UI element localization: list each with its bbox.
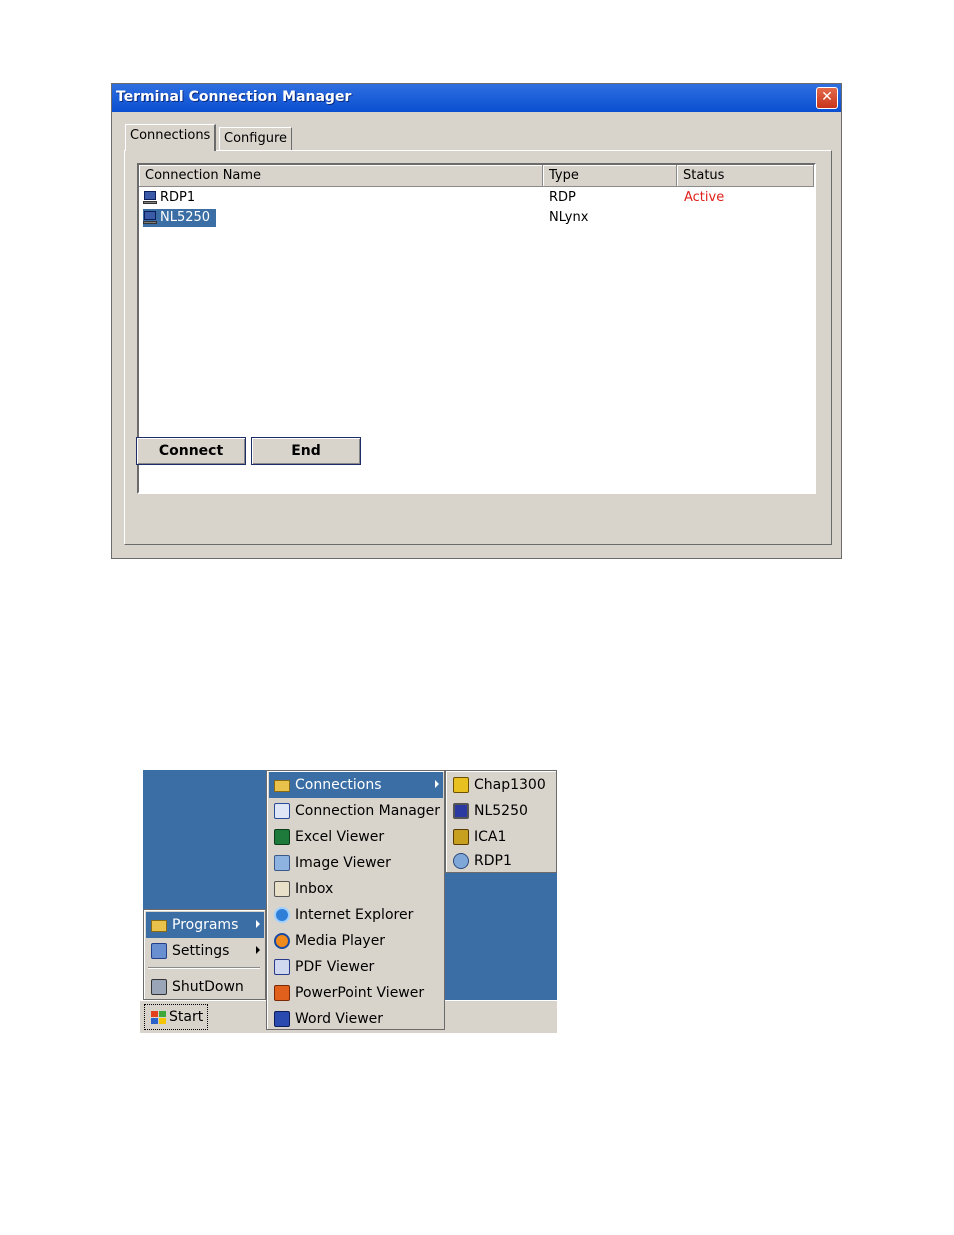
menu-item-label: Internet Explorer (295, 907, 414, 923)
programs-menu: Connections Connection Manager Excel Vie… (266, 770, 445, 1030)
close-button[interactable]: ✕ (816, 87, 838, 109)
rdp-icon (452, 852, 470, 870)
list-row[interactable]: RDP1 RDP Active (139, 188, 814, 208)
ica-icon (452, 828, 470, 846)
menu-item-rdp1[interactable]: RDP1 (448, 848, 554, 874)
start-label: Start (169, 1009, 204, 1025)
inbox-icon (273, 880, 291, 898)
menu-item-connections[interactable]: Connections (269, 772, 443, 798)
end-button[interactable]: End (251, 437, 361, 465)
image-viewer-icon (273, 854, 291, 872)
menu-item-shutdown[interactable]: ShutDown (146, 974, 264, 1000)
menu-item-internet-explorer[interactable]: Internet Explorer (269, 902, 443, 928)
connections-panel: Connection Name Type Status RDP1 RDP Act… (124, 150, 832, 545)
column-connection-name[interactable]: Connection Name (139, 165, 543, 187)
connection-manager-icon (273, 802, 291, 820)
submenu-arrow-icon (256, 920, 260, 928)
menu-item-ica1[interactable]: ICA1 (448, 824, 554, 850)
connect-button[interactable]: Connect (136, 437, 246, 465)
menu-item-programs[interactable]: Programs (146, 912, 264, 938)
monitor-icon (452, 802, 470, 820)
settings-icon (150, 942, 168, 960)
menu-item-label: Media Player (295, 933, 386, 949)
connection-type: RDP (549, 190, 576, 205)
media-player-icon (273, 932, 291, 950)
word-icon (273, 1010, 291, 1028)
tab-configure[interactable]: Configure (219, 127, 293, 151)
menu-item-label: RDP1 (474, 853, 512, 869)
computer-icon (143, 191, 158, 205)
submenu-arrow-icon (435, 780, 439, 788)
column-status[interactable]: Status (677, 165, 814, 187)
connections-menu: Chap1300 NL5250 ICA1 RDP1 (445, 770, 557, 873)
menu-separator (148, 967, 260, 969)
folder-icon (273, 776, 291, 794)
tab-connections[interactable]: Connections (125, 124, 217, 151)
internet-explorer-icon (273, 906, 291, 924)
menu-item-media-player[interactable]: Media Player (269, 928, 443, 954)
connection-status: Active (684, 190, 725, 205)
pdf-icon (273, 958, 291, 976)
connection-name: RDP1 (160, 190, 196, 205)
menu-item-label: Word Viewer (295, 1011, 384, 1027)
menu-item-image-viewer[interactable]: Image Viewer (269, 850, 443, 876)
list-row[interactable]: NL5250 NLynx (139, 208, 814, 228)
menu-item-label: Programs (172, 917, 239, 933)
connection-name-cell: RDP1 (143, 189, 195, 207)
shutdown-icon (150, 978, 168, 996)
menu-item-label: Image Viewer (295, 855, 391, 871)
menu-item-label: Connection Manager (295, 803, 441, 819)
menu-item-label: Inbox (295, 881, 334, 897)
connection-name: NL5250 (160, 210, 211, 225)
start-button[interactable]: Start (144, 1004, 208, 1030)
menu-item-excel-viewer[interactable]: Excel Viewer (269, 824, 443, 850)
windows-flag-icon (149, 1009, 167, 1025)
menu-item-label: NL5250 (474, 803, 528, 819)
title-bar[interactable]: Terminal Connection Manager ✕ (112, 84, 841, 112)
column-type[interactable]: Type (543, 165, 677, 187)
menu-item-pdf-viewer[interactable]: PDF Viewer (269, 954, 443, 980)
excel-icon (273, 828, 291, 846)
connection-name-cell: NL5250 (143, 209, 217, 227)
menu-item-label: Excel Viewer (295, 829, 385, 845)
window-title: Terminal Connection Manager (116, 89, 352, 105)
menu-item-nl5250[interactable]: NL5250 (448, 798, 554, 824)
menu-item-chap1300[interactable]: Chap1300 (448, 772, 554, 798)
start-menu: Programs Settings ShutDown (143, 909, 266, 1000)
chap-icon (452, 776, 470, 794)
menu-item-label: ShutDown (172, 979, 244, 995)
menu-item-inbox[interactable]: Inbox (269, 876, 443, 902)
programs-icon (150, 916, 168, 934)
list-header: Connection Name Type Status (139, 165, 814, 187)
powerpoint-icon (273, 984, 291, 1002)
connection-type: NLynx (549, 210, 589, 225)
menu-item-connection-manager[interactable]: Connection Manager (269, 798, 443, 824)
menu-item-word-viewer[interactable]: Word Viewer (269, 1006, 443, 1032)
computer-icon (143, 211, 158, 225)
menu-item-settings[interactable]: Settings (146, 938, 264, 964)
menu-item-label: ICA1 (474, 829, 507, 845)
menu-item-label: Chap1300 (474, 777, 546, 793)
menu-item-label: PowerPoint Viewer (295, 985, 425, 1001)
menu-item-powerpoint-viewer[interactable]: PowerPoint Viewer (269, 980, 443, 1006)
submenu-arrow-icon (256, 946, 260, 954)
menu-item-label: Connections (295, 777, 382, 793)
close-icon: ✕ (821, 89, 833, 105)
terminal-connection-manager-window: Terminal Connection Manager ✕ Connection… (111, 83, 842, 559)
menu-item-label: PDF Viewer (295, 959, 375, 975)
menu-item-label: Settings (172, 943, 230, 959)
